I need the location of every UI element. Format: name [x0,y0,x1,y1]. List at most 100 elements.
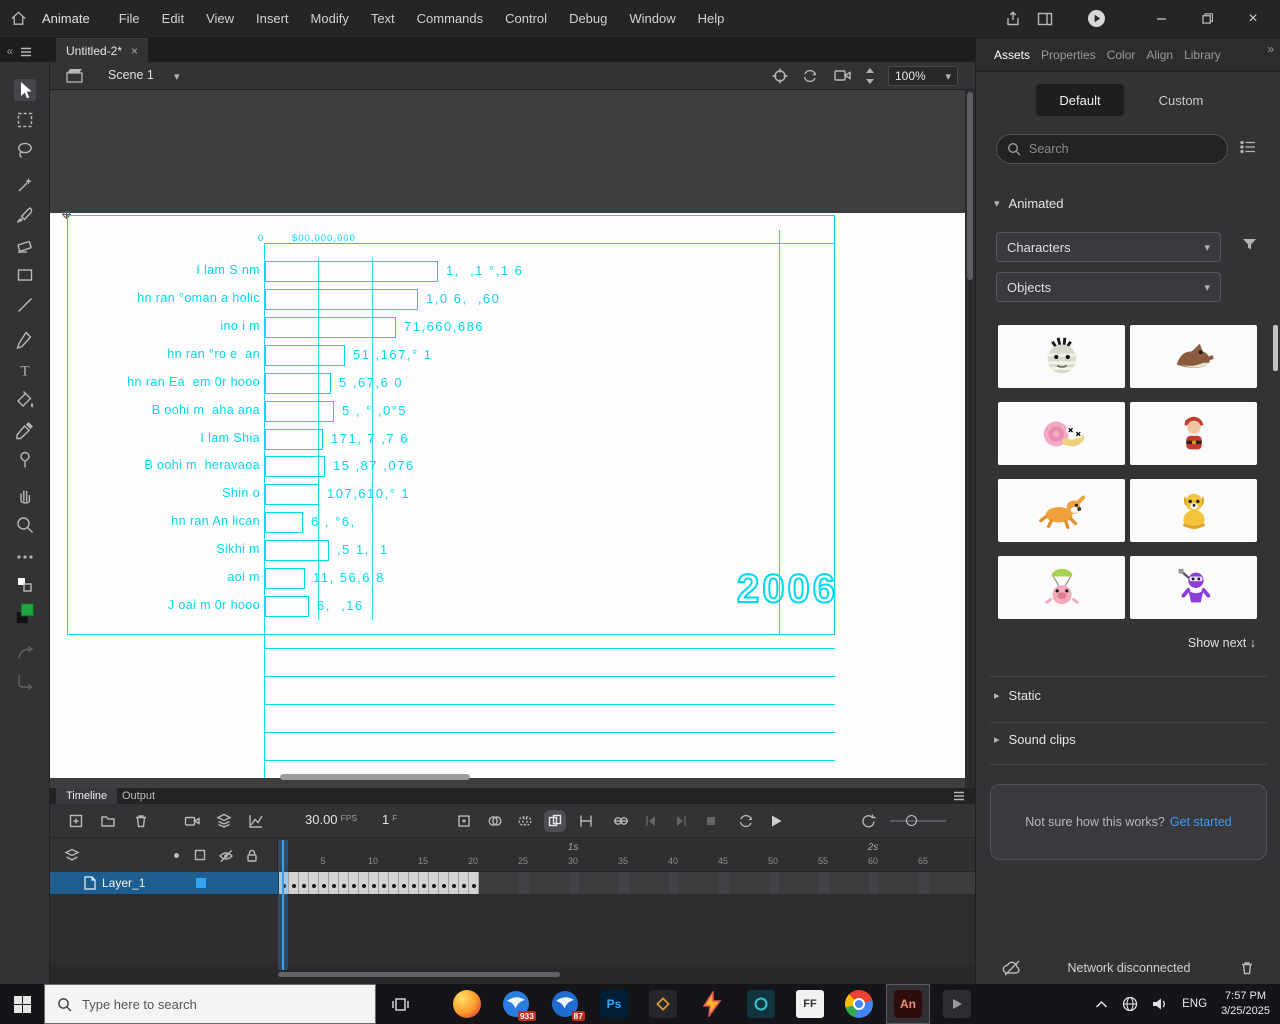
close-button[interactable]: × [1238,6,1268,32]
text-tool[interactable]: T [14,359,36,381]
asset-thumb-wolf[interactable] [1130,325,1257,388]
layer-frames-track[interactable] [278,872,975,894]
trash-icon[interactable] [1239,960,1255,976]
taskbar-animate-active[interactable]: An [886,984,930,1024]
taskbar-firefox[interactable] [445,984,489,1024]
play-icon[interactable] [768,813,784,829]
quick-share-circle-icon[interactable] [1087,9,1106,28]
document-tab[interactable]: Untitled-2* × [56,38,149,62]
asset-thumb-mummy[interactable] [998,325,1125,388]
frame-ruler[interactable]: 1s 2s 5 10 15 20 25 30 35 40 45 50 55 60 65 [50,840,975,872]
delete-icon[interactable] [133,813,149,829]
characters-dropdown[interactable]: Characters ▾ [996,232,1221,262]
keyframe-cell[interactable] [379,872,389,894]
magic-wand-tool[interactable] [14,174,36,196]
asset-thumb-ninja[interactable] [1130,556,1257,619]
keyframe-cell[interactable] [459,872,469,894]
keyframe-cell[interactable] [349,872,359,894]
eyedropper-tool[interactable] [14,419,36,441]
folder-icon[interactable] [100,813,116,829]
zoom-stepper[interactable] [864,65,876,87]
line-tool[interactable] [14,294,36,316]
workspace-layout-icon[interactable] [1037,11,1053,27]
keyframe-cell[interactable] [469,872,479,894]
taskbar-app-bolt[interactable] [690,984,734,1024]
tab-output[interactable]: Output [112,788,165,804]
modify-markers-icon[interactable] [578,813,594,829]
taskbar-app-media[interactable] [935,984,979,1024]
menu-debug[interactable]: Debug [558,0,618,38]
step-forward-icon[interactable] [673,813,689,829]
paint-bucket-tool[interactable] [14,389,36,411]
snap-crosshair-icon[interactable] [772,68,788,84]
keyframe-cell[interactable] [299,872,309,894]
camera-icon[interactable] [184,813,200,829]
taskbar-photoshop[interactable]: Ps [592,984,636,1024]
timeline-menu-icon[interactable] [953,791,965,801]
share-icon[interactable] [1005,10,1021,27]
asset-thumb-snail[interactable] [998,402,1125,465]
menu-text[interactable]: Text [360,0,406,38]
menu-view[interactable]: View [195,0,245,38]
canvas-vertical-scrollbar[interactable] [965,90,975,788]
graph-editor-icon[interactable] [248,813,264,829]
onion-range-icon[interactable] [613,813,629,829]
keyframe-cell[interactable] [439,872,449,894]
hand-tool[interactable] [14,484,36,506]
section-animated[interactable]: ▾ Animated [994,196,1063,211]
keyframe-cell[interactable] [339,872,349,894]
asset-search-box[interactable] [996,134,1228,164]
fps-control[interactable]: 30.00 FPS [305,812,357,827]
playhead[interactable] [282,840,284,970]
tab-color[interactable]: Color [1107,48,1136,62]
keyframe-cell[interactable] [359,872,369,894]
vertical-scroll-thumb[interactable] [967,92,973,280]
keyframe-cell[interactable] [369,872,379,894]
keyframe-cell[interactable] [419,872,429,894]
layer-row[interactable]: Layer_1 [50,872,278,894]
taskbar-clock[interactable]: 7:57 PM 3/25/2025 [1221,989,1270,1019]
stop-icon[interactable] [703,813,719,829]
eraser-tool[interactable] [14,234,36,256]
panel-scroll-thumb[interactable] [1273,325,1278,371]
restore-button[interactable] [1192,6,1222,32]
volume-icon[interactable] [1152,997,1168,1011]
taskbar-thunderbird-2[interactable]: 87 [543,984,587,1024]
menu-modify[interactable]: Modify [300,0,360,38]
onion-skin-outline-icon[interactable] [517,813,533,829]
tab-properties[interactable]: Properties [1041,48,1096,62]
filter-icon[interactable] [1242,238,1257,252]
tab-align[interactable]: Align [1146,48,1173,62]
taskbar-app-stack[interactable] [641,984,685,1024]
tab-library[interactable]: Library [1184,48,1221,62]
taskbar-faststone[interactable]: FF [788,984,832,1024]
step-back-icon[interactable] [643,813,659,829]
center-frame-icon[interactable] [456,813,472,829]
taskbar-search-input[interactable] [82,996,363,1012]
more-tools-icon[interactable] [14,546,36,568]
asset-thumb-dog-sitting[interactable] [1130,479,1257,542]
tray-expand-icon[interactable] [1095,1000,1108,1009]
onion-skin-icon[interactable] [487,813,503,829]
expand-panel-icon[interactable]: » [1267,42,1274,56]
objects-dropdown[interactable]: Objects ▾ [996,272,1221,302]
keyframe-cell[interactable] [449,872,459,894]
keyframe-cell[interactable] [319,872,329,894]
timeline-zoom-slider-track[interactable] [890,820,946,822]
snap-option-icon[interactable] [14,642,36,664]
tab-assets[interactable]: Assets [994,48,1030,62]
list-view-icon[interactable] [1240,140,1256,154]
asset-thumb-santa[interactable] [1130,402,1257,465]
keyframe-cell[interactable] [399,872,409,894]
traced-chart-artwork[interactable]: 0 $00,000,000 2006 I lam S nm 1, ,1 °,1 6… [50,90,975,788]
rectangle-tool[interactable] [14,264,36,286]
menu-help[interactable]: Help [687,0,736,38]
swap-colors-icon[interactable] [14,574,36,596]
insert-frame-icon[interactable] [68,813,84,829]
section-static[interactable]: ▸ Static [994,688,1041,703]
tab-timeline[interactable]: Timeline [56,788,118,804]
timeline-scroll-thumb[interactable] [278,972,560,977]
advanced-layers-icon[interactable] [216,813,232,829]
taskbar-chrome[interactable] [837,984,881,1024]
current-frame-control[interactable]: 1F [382,812,397,827]
